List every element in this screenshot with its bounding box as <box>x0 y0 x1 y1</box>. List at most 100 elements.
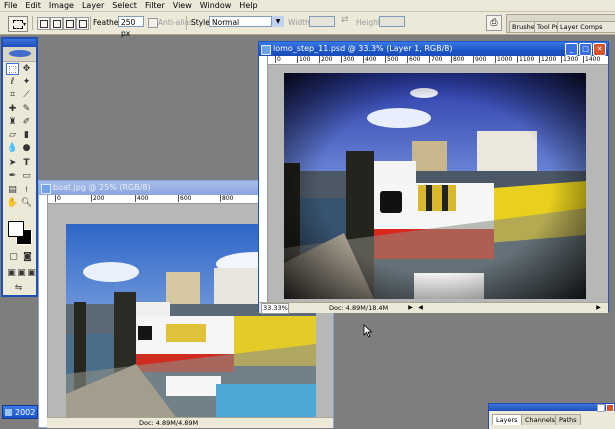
tab-paths[interactable]: Paths <box>555 414 581 425</box>
menu-select[interactable]: Select <box>108 0 141 11</box>
swap-icon[interactable]: ⇄ <box>341 15 349 25</box>
slice-tool-icon[interactable]: ⟋ <box>20 89 33 101</box>
ruler-tick: 300 <box>341 56 355 63</box>
feather-input[interactable]: 250 px <box>118 16 144 38</box>
layers-palette: Layers Channels Paths <box>488 403 615 429</box>
ruler-tick: 1200 <box>539 56 557 63</box>
brush-tool-icon[interactable]: ✎ <box>20 103 33 115</box>
lomo-doc-size: Doc: 4.89M/18.4M <box>329 304 389 312</box>
lomo-window-title: lomo_step_11.psd @ 33.3% (Layer 1, RGB/8… <box>273 44 453 53</box>
eraser-tool-icon[interactable]: ▱ <box>6 129 19 141</box>
tab-layers[interactable]: Layers <box>492 414 522 425</box>
shape-tool-icon[interactable]: ▭ <box>20 170 33 182</box>
ruler-tick: 0 <box>275 56 281 63</box>
menu-help[interactable]: Help <box>235 0 261 11</box>
jump-to-imageready-icon[interactable]: ⇋ <box>12 282 25 294</box>
ruler-tick: 200 <box>319 56 333 63</box>
ruler-tick: 200 <box>91 195 105 202</box>
intersect-selection-button[interactable] <box>76 17 89 30</box>
ruler-tick: 1000 <box>495 56 513 63</box>
close-icon[interactable]: ✕ <box>593 43 606 56</box>
menu-image[interactable]: Image <box>45 0 78 11</box>
dodge-tool-icon[interactable]: ● <box>20 142 33 154</box>
divider <box>90 16 91 30</box>
ruler-tick: 700 <box>429 56 443 63</box>
eyedropper-icon[interactable]: ⟊ <box>20 184 33 196</box>
lomo-zoom-field[interactable]: 33.33% <box>261 303 289 314</box>
zoom-tool-icon[interactable]: 🔍︎ <box>20 197 33 209</box>
ruler-tick: 500 <box>385 56 399 63</box>
hand-tool-icon[interactable]: ✋ <box>6 197 19 209</box>
lomo-canvas-area[interactable] <box>268 65 608 302</box>
type-tool-icon[interactable]: T <box>20 157 33 169</box>
tab-channels[interactable]: Channels <box>521 414 560 425</box>
mouse-cursor-icon <box>363 324 373 338</box>
menu-edit[interactable]: Edit <box>21 0 45 11</box>
ruler-tick: 400 <box>135 195 149 202</box>
document-icon <box>261 45 271 55</box>
gradient-tool-icon[interactable]: ▮ <box>20 129 33 141</box>
height-input[interactable] <box>379 16 405 27</box>
minimize-icon[interactable]: _ <box>565 43 578 56</box>
photoshop-logo[interactable] <box>3 47 36 62</box>
maximize-icon[interactable]: □ <box>579 43 592 56</box>
ruler-tick: 100 <box>297 56 311 63</box>
healing-brush-icon[interactable]: ✚ <box>6 103 19 115</box>
menu-file[interactable]: File <box>0 0 21 11</box>
lasso-tool-icon[interactable]: ℓ <box>6 76 19 88</box>
minimize-icon[interactable] <box>597 404 605 412</box>
width-input[interactable] <box>309 16 335 27</box>
crop-tool-icon[interactable]: ⌗ <box>6 89 19 101</box>
palette-well: Brushes Tool Pr Layer Comps <box>506 14 615 33</box>
divider <box>186 16 187 30</box>
scroll-right-icon[interactable]: ▶ <box>595 304 602 311</box>
ruler-tick: 1400 <box>583 56 601 63</box>
document-icon <box>41 184 51 194</box>
quick-mask-icon[interactable]: ◙ <box>21 251 34 263</box>
file-browser-icon[interactable]: ⎙ <box>486 15 502 31</box>
add-selection-button[interactable] <box>50 17 63 30</box>
menu-window[interactable]: Window <box>196 0 236 11</box>
minimized-document-button[interactable]: 2002 <box>2 405 38 419</box>
screen-mode-full-icon[interactable]: ▣ <box>25 267 38 279</box>
antialias-checkbox[interactable] <box>148 18 158 28</box>
move-tool-icon[interactable]: ✥ <box>20 63 33 75</box>
path-selection-icon[interactable]: ➤ <box>6 157 19 169</box>
tab-layer-comps[interactable]: Layer Comps <box>557 21 615 32</box>
lomo-window-titlebar[interactable]: lomo_step_11.psd @ 33.3% (Layer 1, RGB/8… <box>259 42 608 56</box>
boat-status-bar: Doc: 4.89M/4.89M <box>47 417 333 428</box>
lomo-document-window: lomo_step_11.psd @ 33.3% (Layer 1, RGB/8… <box>258 41 609 314</box>
menu-filter[interactable]: Filter <box>141 0 169 11</box>
ruler-tick: 800 <box>451 56 465 63</box>
status-menu-arrow-icon[interactable]: ▶ <box>407 304 414 311</box>
close-icon[interactable] <box>606 404 614 412</box>
magic-wand-icon[interactable]: ✦ <box>20 76 33 88</box>
standard-mode-icon[interactable]: ▢ <box>7 251 20 263</box>
blur-tool-icon[interactable]: 💧 <box>6 142 19 154</box>
menu-view[interactable]: View <box>169 0 196 11</box>
marquee-tool-icon[interactable]: ⬚ <box>6 63 19 75</box>
chevron-down-icon[interactable]: ▼ <box>271 16 284 27</box>
ruler-tick: 400 <box>363 56 377 63</box>
layers-palette-titlebar[interactable] <box>489 404 615 412</box>
tab-brushes[interactable]: Brushes <box>509 21 537 32</box>
history-brush-icon[interactable]: ✐ <box>20 116 33 128</box>
foreground-color-swatch[interactable] <box>8 221 24 237</box>
divider <box>32 16 33 30</box>
ruler-tick: 600 <box>407 56 421 63</box>
menu-layer[interactable]: Layer <box>78 0 108 11</box>
ruler-tick: 600 <box>178 195 192 202</box>
document-icon <box>5 409 12 416</box>
notes-tool-icon[interactable]: ▤ <box>6 184 19 196</box>
boat-vertical-ruler <box>39 195 48 427</box>
tool-preset-picker[interactable]: ▾ <box>8 16 28 32</box>
toolbox: ⬚ ✥ ℓ ✦ ⌗ ⟋ ✚ ✎ ♜ ✐ ▱ ▮ 💧 ● ➤ T ✒ ▭ ▤ ⟊ … <box>1 37 38 297</box>
new-selection-button[interactable] <box>37 17 50 30</box>
toolbox-titlebar[interactable] <box>3 39 36 47</box>
clone-stamp-icon[interactable]: ♜ <box>6 116 19 128</box>
ruler-tick: 0 <box>55 195 61 202</box>
lomo-photo[interactable] <box>284 73 586 299</box>
scroll-left-icon[interactable]: ◀ <box>417 304 424 311</box>
subtract-selection-button[interactable] <box>63 17 76 30</box>
pen-tool-icon[interactable]: ✒ <box>6 170 19 182</box>
